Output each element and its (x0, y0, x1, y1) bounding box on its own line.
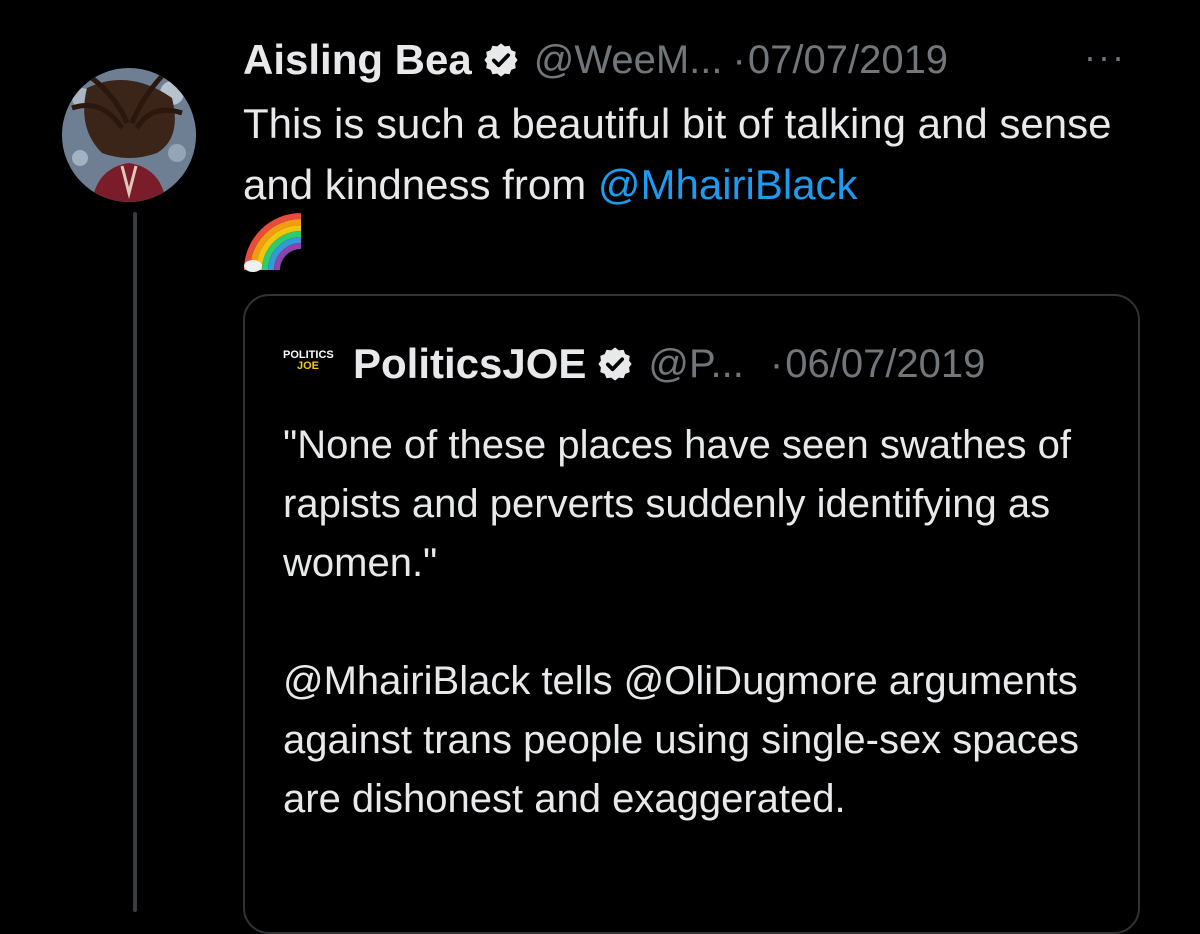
quoted-tweet-header: PoliticsJOE @P... · 06/07/2019 (353, 336, 985, 392)
quoted-author-handle[interactable]: @P... (648, 342, 743, 387)
tweet-header: Aisling Bea @WeeM... · 07/07/2019 (243, 30, 1163, 90)
politicsjoe-logo[interactable]: POLITICS JOE (283, 350, 334, 382)
author-avatar[interactable] (62, 68, 196, 202)
separator-dot: · (769, 341, 784, 386)
verified-badge-icon (596, 345, 634, 383)
quoted-tweet-text: "None of these places have seen swathes … (283, 416, 1113, 829)
tweet-text: This is such a beautiful bit of talking … (243, 93, 1163, 215)
quoted-paragraph-2: @MhairiBlack tells @OliDugmore arguments… (283, 659, 1080, 821)
rainbow-emoji-icon (243, 212, 303, 272)
quoted-tweet-card[interactable]: POLITICS JOE PoliticsJOE @P... · 06/07/2… (243, 294, 1140, 934)
author-name[interactable]: Aisling Bea (243, 36, 472, 84)
separator-dot: · (732, 37, 746, 82)
quoted-paragraph-1: "None of these places have seen swathes … (283, 423, 1072, 585)
tweet-date[interactable]: 07/07/2019 (748, 38, 948, 83)
verified-badge-icon (482, 41, 520, 79)
logo-text-line2: JOE (297, 360, 320, 372)
more-options-icon[interactable]: ··· (1084, 36, 1126, 78)
quoted-tweet-date[interactable]: 06/07/2019 (785, 342, 985, 387)
thread-connector-line (133, 212, 137, 912)
author-handle[interactable]: @WeeM... (534, 38, 723, 83)
quoted-author-name[interactable]: PoliticsJOE (353, 340, 586, 388)
avatar-photo (62, 68, 196, 202)
mention-link[interactable]: @MhairiBlack (598, 161, 858, 208)
